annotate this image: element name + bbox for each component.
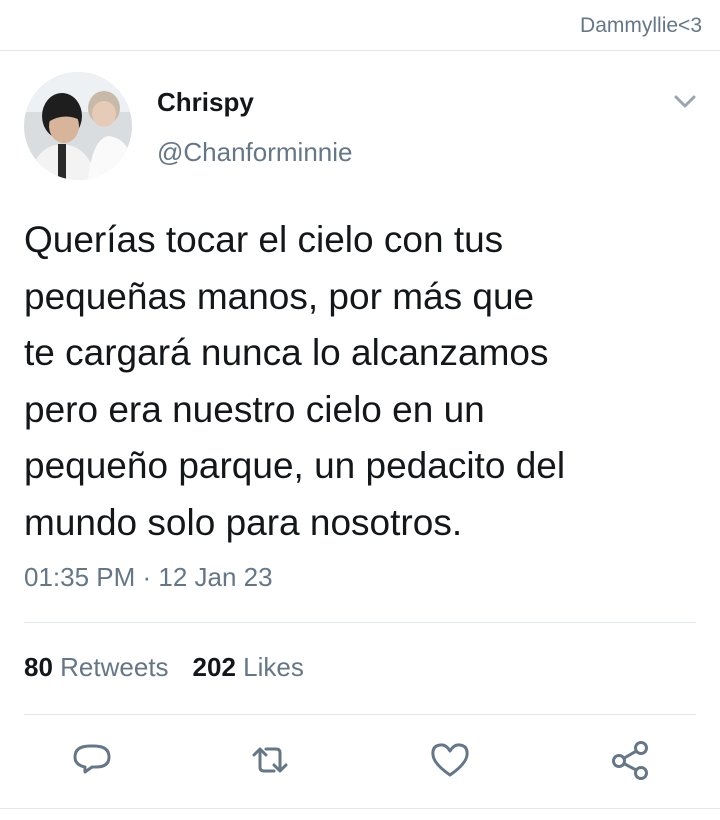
share-icon[interactable] bbox=[608, 738, 652, 782]
heart-icon[interactable] bbox=[428, 738, 472, 782]
retweet-icon[interactable] bbox=[248, 738, 292, 782]
likes-label: Likes bbox=[243, 652, 304, 682]
tweet-timestamp: 01:35 PM · 12 Jan 23 bbox=[24, 562, 273, 592]
top-divider bbox=[0, 50, 720, 51]
tweet-stats: 80 Retweets 202 Likes bbox=[24, 652, 304, 683]
user-handle[interactable]: @Chanforminnie bbox=[157, 137, 352, 168]
retweets-label: Retweets bbox=[60, 652, 169, 682]
chevron-down-icon[interactable] bbox=[670, 88, 700, 114]
divider bbox=[24, 622, 696, 623]
tweet-text: Querías tocar el cielo con tus pequeñas … bbox=[24, 219, 566, 543]
watermark: Dammyllie<3 bbox=[580, 14, 702, 37]
display-name[interactable]: Chrispy bbox=[157, 87, 254, 118]
bottom-divider bbox=[0, 808, 720, 809]
divider bbox=[24, 714, 696, 715]
retweets-stat[interactable]: 80 Retweets bbox=[24, 652, 169, 682]
retweets-count: 80 bbox=[24, 652, 53, 682]
likes-stat[interactable]: 202 Likes bbox=[193, 652, 304, 682]
likes-count: 202 bbox=[192, 652, 236, 682]
avatar[interactable] bbox=[24, 72, 132, 180]
reply-icon[interactable] bbox=[70, 738, 114, 782]
